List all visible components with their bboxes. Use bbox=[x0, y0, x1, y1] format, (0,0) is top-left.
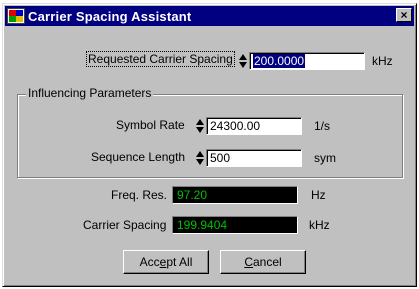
sequence-length-unit: sym bbox=[314, 151, 336, 165]
group-title: Influencing Parameters bbox=[26, 86, 154, 100]
spin-up-icon[interactable] bbox=[239, 54, 247, 60]
freq-res-label: Freq. Res. bbox=[111, 188, 168, 202]
sequence-length-input[interactable]: 500 bbox=[206, 149, 302, 167]
carrier-spacing-readout: 199.9404 bbox=[172, 216, 298, 234]
requested-unit: kHz bbox=[372, 54, 393, 68]
cancel-button[interactable]: Cancel bbox=[220, 250, 306, 274]
spin-down-icon[interactable] bbox=[239, 62, 247, 68]
symbol-rate-spinner-icon[interactable] bbox=[196, 118, 205, 134]
carrier-spacing-label: Carrier Spacing bbox=[83, 218, 167, 232]
carrier-spacing-unit: kHz bbox=[309, 218, 330, 232]
window-title: Carrier Spacing Assistant bbox=[28, 8, 192, 24]
sequence-length-label: Sequence Length bbox=[91, 150, 186, 164]
requested-spinner-icon[interactable] bbox=[239, 53, 248, 69]
spin-down-icon[interactable] bbox=[196, 159, 204, 165]
accept-all-button[interactable]: Accept All bbox=[123, 250, 209, 274]
dialog-window: Carrier Spacing Assistant × Requested Ca… bbox=[2, 3, 417, 287]
symbol-rate-unit: 1/s bbox=[314, 119, 331, 133]
freq-res-unit: Hz bbox=[311, 188, 326, 202]
freq-res-readout: 97.20 bbox=[172, 186, 298, 204]
symbol-rate-input[interactable]: 24300.00 bbox=[206, 117, 302, 135]
title-bar[interactable]: Carrier Spacing Assistant × bbox=[5, 6, 414, 26]
spin-up-icon[interactable] bbox=[196, 151, 204, 157]
close-button[interactable]: × bbox=[396, 8, 412, 22]
sequence-length-spinner-icon[interactable] bbox=[196, 150, 205, 166]
spin-up-icon[interactable] bbox=[196, 119, 204, 125]
symbol-rate-label: Symbol Rate bbox=[116, 118, 185, 132]
app-icon bbox=[7, 8, 25, 24]
spin-down-icon[interactable] bbox=[196, 127, 204, 133]
requested-carrier-spacing-label: Requested Carrier Spacing bbox=[86, 51, 235, 67]
requested-carrier-spacing-input[interactable]: 200.0000 bbox=[249, 52, 365, 70]
